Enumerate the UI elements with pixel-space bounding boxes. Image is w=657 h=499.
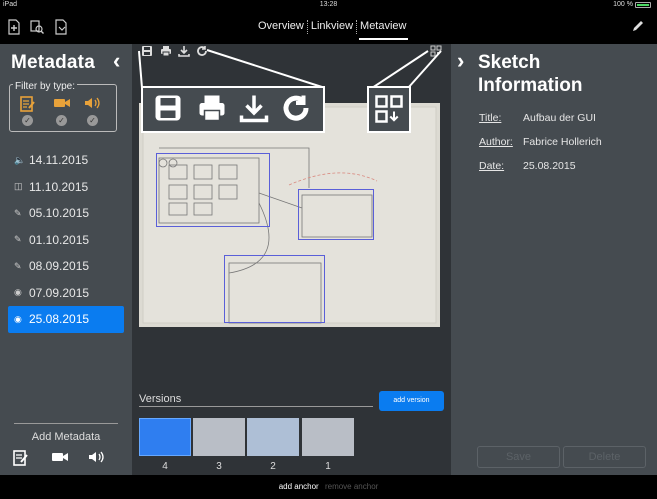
- add-document-icon[interactable]: [7, 19, 21, 35]
- panel-title: Sketch Information: [478, 51, 583, 97]
- anchor-region[interactable]: [224, 255, 325, 323]
- date-field: Date: 25.08.2015: [479, 160, 576, 172]
- video-filter-icon[interactable]: [53, 96, 71, 116]
- download-icon: [239, 93, 269, 131]
- save-icon: [153, 93, 183, 131]
- sketch-info-panel: › Sketch Information Title: Aufbau der GUI…: [451, 44, 657, 475]
- camera-icon: ◉: [14, 287, 22, 298]
- status-bar: iPad 13:28 100 %: [0, 0, 657, 10]
- divider: [139, 406, 373, 407]
- add-video-icon[interactable]: [51, 450, 69, 466]
- qr-code-icon: [375, 95, 403, 123]
- remove-anchor-button[interactable]: remove anchor: [325, 482, 378, 491]
- version-thumbnail[interactable]: [302, 418, 354, 456]
- versions-label: Versions: [139, 393, 182, 405]
- add-audio-icon[interactable]: [88, 450, 106, 466]
- date-label: 05.10.2015: [29, 206, 90, 221]
- download-icon[interactable]: [178, 45, 190, 60]
- view-tabs: Overview Linkview Metaview: [255, 20, 410, 40]
- title-line: Sketch: [478, 52, 541, 73]
- list-item[interactable]: ✎ 08.09.2015: [0, 253, 132, 280]
- version-number: 4: [162, 461, 168, 472]
- version-thumbnail[interactable]: [247, 418, 299, 456]
- print-icon: [197, 93, 227, 131]
- field-label: Date:: [479, 160, 505, 172]
- version-number: 1: [325, 461, 331, 472]
- audio-icon: 🔈: [14, 154, 26, 165]
- note-icon: ✎: [14, 260, 22, 271]
- list-item[interactable]: ✎ 01.10.2015: [0, 227, 132, 254]
- version-thumbnail[interactable]: [193, 418, 245, 456]
- qr-code-icon[interactable]: [430, 45, 442, 60]
- date-label: 25.08.2015: [29, 312, 90, 327]
- note-filter-icon[interactable]: [19, 96, 37, 116]
- clock: 13:28: [319, 1, 338, 8]
- note-filter-checkbox[interactable]: ✓: [22, 115, 33, 126]
- battery-icon: [635, 2, 651, 8]
- field-label: Author:: [479, 136, 513, 148]
- battery-label: 100 %: [613, 1, 633, 8]
- panel-title: Metadata: [11, 52, 95, 73]
- date-label: 11.10.2015: [29, 179, 89, 194]
- date-label: 01.10.2015: [29, 232, 90, 247]
- refresh-icon: [281, 93, 311, 131]
- version-number: 2: [270, 461, 276, 472]
- note-icon: ✎: [14, 207, 22, 218]
- divider: [14, 423, 118, 424]
- bottom-bar: add anchor remove anchor: [0, 475, 657, 499]
- date-label: 08.09.2015: [29, 259, 90, 274]
- list-item[interactable]: ◉ 07.09.2015: [0, 280, 132, 307]
- add-note-icon[interactable]: [12, 450, 30, 466]
- toolbar-zoom-callout: [141, 86, 325, 133]
- filter-by-type: Filter by type: ✓ ✓ ✓: [9, 81, 117, 132]
- search-document-icon[interactable]: [30, 19, 44, 35]
- note-icon: ✎: [14, 234, 22, 245]
- field-value[interactable]: Aufbau der GUI: [523, 112, 596, 124]
- video-icon: ◫: [14, 181, 23, 192]
- metadata-date-list: 🔈 14.11.2015 ◫ 11.10.2015 ✎ 05.10.2015 ✎ 01.…: [0, 147, 132, 333]
- save-icon[interactable]: [141, 45, 153, 60]
- filter-label: Filter by type:: [13, 81, 78, 92]
- tab-metaview[interactable]: Metaview: [357, 20, 409, 40]
- list-item[interactable]: ✎ 05.10.2015: [0, 200, 132, 227]
- add-anchor-button[interactable]: add anchor: [279, 482, 319, 491]
- document-icon[interactable]: [54, 19, 68, 35]
- chevron-left-icon[interactable]: ‹: [113, 48, 120, 74]
- save-button[interactable]: Save: [477, 446, 560, 468]
- title-line: Information: [478, 75, 583, 96]
- video-filter-checkbox[interactable]: ✓: [56, 115, 67, 126]
- audio-filter-checkbox[interactable]: ✓: [87, 115, 98, 126]
- tab-overview[interactable]: Overview: [255, 20, 307, 34]
- delete-button[interactable]: Delete: [563, 446, 646, 468]
- list-item[interactable]: ◫ 11.10.2015: [0, 174, 132, 201]
- field-value[interactable]: 25.08.2015: [523, 160, 576, 172]
- list-item-selected[interactable]: ◉ 25.08.2015: [8, 306, 124, 333]
- camera-icon: ◉: [14, 313, 22, 324]
- version-number: 3: [216, 461, 222, 472]
- print-icon[interactable]: [160, 45, 172, 60]
- refresh-icon[interactable]: [196, 45, 208, 60]
- list-item[interactable]: 🔈 14.11.2015: [0, 147, 132, 174]
- pencil-icon[interactable]: [631, 19, 645, 36]
- version-thumbnail[interactable]: [139, 418, 191, 456]
- top-navbar: Overview Linkview Metaview: [0, 10, 657, 44]
- anchor-region[interactable]: [156, 153, 270, 227]
- date-label: 07.09.2015: [29, 285, 90, 300]
- title-field: Title: Aufbau der GUI: [479, 112, 596, 124]
- field-value[interactable]: Fabrice Hollerich: [523, 136, 602, 148]
- tab-linkview[interactable]: Linkview: [308, 20, 356, 34]
- anchor-region[interactable]: [298, 189, 374, 240]
- add-metadata-label: Add Metadata: [31, 431, 101, 443]
- date-label: 14.11.2015: [29, 153, 89, 168]
- author-field: Author: Fabrice Hollerich: [479, 136, 602, 148]
- metadata-panel: Metadata ‹ Filter by type: ✓ ✓ ✓ 🔈 14.11.…: [0, 44, 132, 475]
- audio-filter-icon[interactable]: [84, 96, 102, 116]
- qr-zoom-callout: [367, 86, 411, 133]
- add-version-button[interactable]: add version: [379, 391, 444, 411]
- field-label: Title:: [479, 112, 502, 124]
- chevron-right-icon[interactable]: ›: [457, 48, 464, 74]
